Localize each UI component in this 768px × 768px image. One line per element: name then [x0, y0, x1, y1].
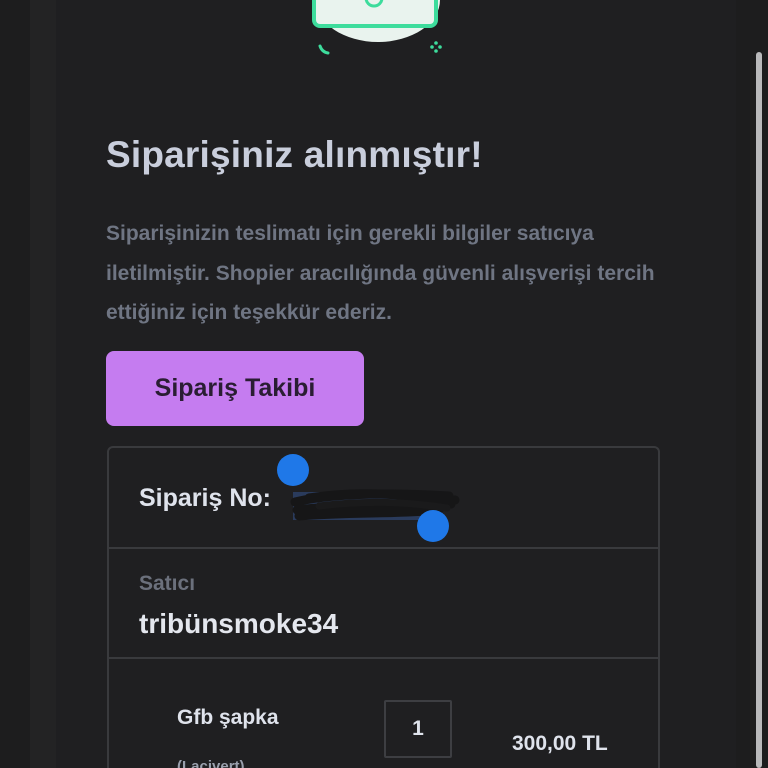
left-gutter	[0, 0, 30, 768]
seller-label: Satıcı	[139, 572, 196, 595]
product-name: Gfb şapka	[177, 706, 279, 729]
order-number-label: Sipariş No:	[139, 484, 271, 512]
order-summary-card: Sipariş No: Satıcı tribünsmoke34 Gfb şap…	[107, 446, 660, 768]
order-confirmation-page: Siparişiniz alınmıştır! Siparişinizin te…	[0, 0, 768, 768]
selection-end-handle[interactable]	[417, 510, 449, 542]
quantity-box: 1	[384, 700, 452, 758]
confirmation-message: Siparişinizin teslimatı için gerekli bil…	[106, 222, 655, 324]
product-variant: (Lacivert)	[177, 758, 245, 768]
divider	[109, 547, 658, 549]
seller-name: tribünsmoke34	[139, 608, 339, 639]
item-price: 300,00 TL	[512, 732, 608, 755]
sparkle-icon	[430, 41, 442, 53]
success-illustration-icon	[312, 0, 442, 55]
selection-start-handle[interactable]	[277, 454, 309, 486]
order-tracking-button[interactable]: Sipariş Takibi	[106, 351, 364, 426]
scrollbar-thumb[interactable]	[756, 52, 762, 768]
divider	[109, 657, 658, 659]
page-title: Siparişiniz alınmıştır!	[106, 134, 483, 175]
